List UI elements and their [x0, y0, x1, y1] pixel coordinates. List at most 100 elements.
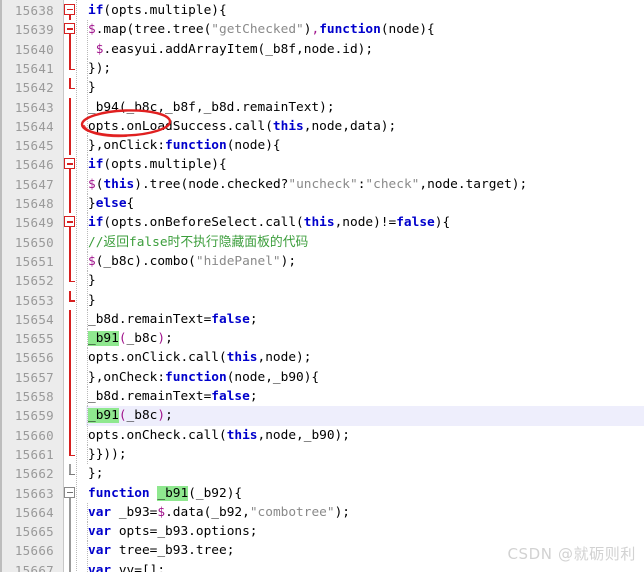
fold-end-marker — [68, 454, 75, 456]
code-token: function — [165, 369, 227, 385]
code-line[interactable]: //返回false时不执行隐藏面板的代码 — [86, 232, 644, 252]
code-token: this — [303, 215, 335, 231]
code-token: false — [211, 389, 250, 404]
code-line[interactable]: if(opts.onBeforeSelect.call(this,node)!=… — [86, 213, 644, 233]
code-token: },onCheck: — [88, 369, 166, 385]
code-token: (opts.onBeforeSelect.call( — [103, 215, 304, 231]
code-line-text: _b94(_b8c,_b8f,_b8d.remainText); — [86, 98, 335, 117]
fold-collapse-button[interactable] — [64, 158, 75, 170]
fold-run-line — [69, 309, 71, 330]
code-line[interactable]: opts.onClick.call(this,node); — [86, 348, 644, 368]
code-token: if — [88, 215, 104, 231]
code-line-text: $.map(tree.tree("getChecked"),function(n… — [86, 20, 435, 39]
line-number: 15646 — [14, 157, 54, 173]
fold-run-line — [69, 232, 71, 252]
code-line-text: opts.onClick.call(this,node); — [86, 348, 311, 367]
code-token: _b8d.remainText= — [88, 311, 212, 327]
fold-collapse-button[interactable] — [64, 216, 75, 228]
fold-run-line — [69, 522, 71, 542]
code-line-text: $.easyui.addArrayItem(_b8f,node.id); — [86, 40, 373, 59]
fold-collapse-button[interactable] — [64, 23, 75, 35]
code-token: false — [396, 215, 435, 231]
code-line[interactable]: var _b93=$.data(_b92,"combotree"); — [86, 502, 644, 523]
code-line-text: function _b91(_b92){ — [86, 484, 242, 503]
code-token: //返回false时不执行隐藏面板的代码 — [88, 234, 309, 250]
code-line-text: _b91(_b8c); — [86, 406, 173, 425]
code-line[interactable]: }})); — [86, 444, 644, 465]
code-line-text: $(this).tree(node.checked?"uncheck":"che… — [86, 175, 527, 194]
fold-run-line — [69, 367, 71, 387]
code-line[interactable]: $(_b8c).combo("hidePanel"); — [86, 251, 644, 272]
code-line[interactable]: $.map(tree.tree("getChecked"),function(n… — [86, 20, 644, 40]
code-line-text: _b8d.remainText=false; — [86, 310, 258, 329]
line-number: 15652 — [14, 273, 54, 289]
code-text-area[interactable]: if(opts.multiple){$.map(tree.tree("getCh… — [86, 0, 644, 572]
code-token: "hidePanel" — [195, 253, 281, 269]
line-number: 15648 — [14, 196, 54, 211]
line-number: 15667 — [14, 562, 54, 572]
code-line[interactable]: }); — [86, 58, 644, 79]
code-line[interactable]: if(opts.multiple){ — [86, 1, 644, 20]
line-number: 15641 — [14, 60, 54, 76]
code-line[interactable]: function _b91(_b92){ — [86, 484, 644, 503]
code-line[interactable]: _b94(_b8c,_b8f,_b8d.remainText); — [86, 97, 644, 117]
code-line[interactable]: _b91(_b8c); — [86, 406, 644, 426]
code-token: "uncheck" — [288, 176, 358, 192]
code-token: vv=[]; — [111, 562, 166, 572]
code-line[interactable]: _b8d.remainText=false; — [86, 387, 644, 407]
code-line-text: },onCheck:function(node,_b90){ — [86, 368, 319, 387]
code-line[interactable]: }; — [86, 464, 644, 483]
code-token: function — [165, 138, 227, 154]
code-token: $ — [88, 253, 96, 269]
code-token: $ — [157, 504, 166, 520]
code-line-text: }else{ — [86, 194, 134, 213]
fold-run-line — [69, 39, 71, 59]
code-line[interactable]: var opts=_b93.options; — [86, 522, 644, 542]
fold-collapse-button[interactable] — [64, 4, 75, 15]
code-token: _b8d.remainText= — [88, 389, 212, 404]
code-token: (node,_b90){ — [226, 369, 320, 385]
line-number: 15642 — [14, 80, 54, 96]
code-editor[interactable]: 15638 15639 15640 15641 15642 15643 15644 15645… — [0, 0, 644, 572]
code-line[interactable]: $(this).tree(node.checked?"uncheck":"che… — [86, 174, 644, 194]
code-line[interactable]: },onClick:function(node){ — [86, 136, 644, 156]
code-line-text: _b91(_b8c); — [86, 329, 173, 348]
code-token: .map(tree.tree( — [95, 22, 212, 38]
code-token: ,node,data); — [303, 118, 397, 134]
code-token: (_b8c).combo( — [95, 253, 196, 269]
code-line[interactable]: opts.onLoadSuccess.call(this,node,data); — [86, 116, 644, 137]
code-token: .data(_b92, — [165, 504, 250, 520]
line-number: 15664 — [14, 504, 54, 520]
code-token: var — [88, 562, 112, 572]
code-line[interactable]: opts.onCheck.call(this,node,_b90); — [86, 425, 644, 445]
code-line-text: var tree=_b93.tree; — [86, 541, 234, 560]
fold-run-line — [69, 502, 71, 523]
code-line[interactable]: _b8d.remainText=false; — [86, 309, 644, 330]
code-line[interactable]: $.easyui.addArrayItem(_b8f,node.id); — [86, 39, 644, 59]
code-line[interactable]: } — [86, 290, 644, 310]
fold-run-line — [69, 425, 71, 445]
code-line[interactable]: } — [86, 78, 644, 98]
fold-collapse-button[interactable] — [64, 486, 75, 498]
code-line-text: },onClick:function(node){ — [86, 136, 281, 155]
code-folding-column[interactable] — [64, 0, 86, 572]
line-number: 15663 — [14, 485, 54, 501]
code-line[interactable]: }else{ — [86, 194, 644, 214]
line-number: 15658 — [14, 389, 54, 404]
code-token: "check" — [365, 176, 420, 192]
code-token: }; — [88, 466, 104, 482]
code-token: }); — [88, 60, 112, 76]
line-number: 15645 — [14, 138, 54, 154]
fold-run-line — [69, 251, 71, 272]
code-token: ; — [165, 408, 173, 424]
code-token: (_b92){ — [188, 485, 243, 501]
code-token: $ — [88, 22, 96, 38]
code-line[interactable]: _b91(_b8c); — [86, 329, 644, 349]
line-number: 15643 — [14, 99, 54, 115]
code-line[interactable]: if(opts.multiple){ — [86, 155, 644, 175]
code-line[interactable]: },onCheck:function(node,_b90){ — [86, 367, 644, 387]
code-line[interactable]: } — [86, 271, 644, 291]
code-token: ( — [118, 331, 127, 347]
code-token: this — [272, 118, 304, 134]
fold-end-marker — [68, 87, 75, 90]
